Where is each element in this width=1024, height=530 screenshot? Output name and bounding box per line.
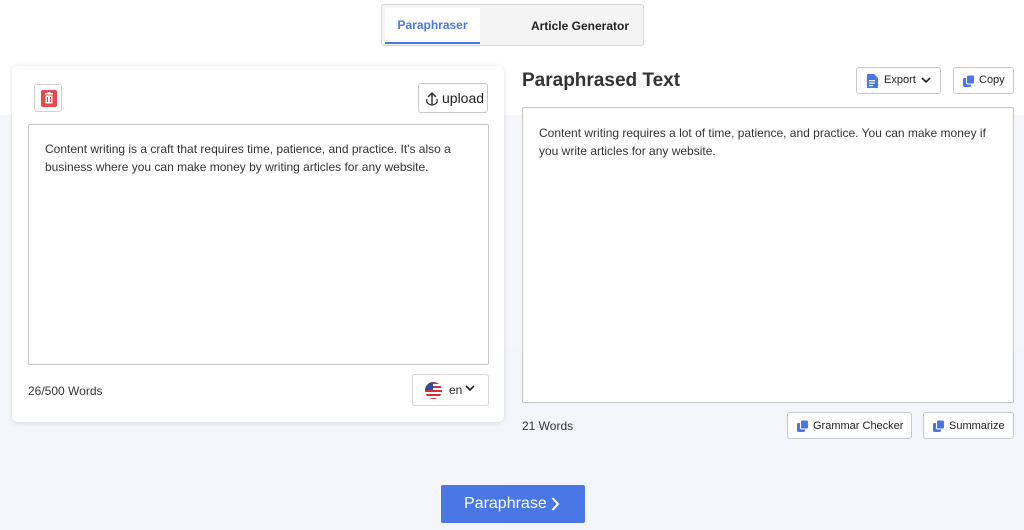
export-label: Export [884, 74, 916, 86]
language-select[interactable]: en [412, 374, 489, 406]
grammar-checker-button[interactable]: Grammar Checker [787, 412, 912, 439]
tab-article-generator[interactable]: Article Generator [522, 8, 638, 44]
copy-icon [963, 75, 975, 87]
input-textarea[interactable]: Content writing is a craft that requires… [28, 124, 489, 365]
document-icon [867, 74, 878, 88]
output-title: Paraphrased Text [522, 70, 681, 91]
clear-button[interactable] [34, 84, 62, 112]
summarize-label: Summarize [949, 420, 1005, 432]
paraphrase-button[interactable]: Paraphrase [441, 485, 585, 523]
upload-label: upload [442, 90, 485, 106]
input-text: Content writing is a craft that requires… [45, 142, 451, 174]
copy-label: Copy [979, 74, 1005, 86]
copy-icon [933, 420, 945, 432]
us-flag-icon [425, 382, 442, 399]
input-card: upload Content writing is a craft that r… [12, 66, 504, 422]
summarize-button[interactable]: Summarize [923, 412, 1014, 439]
chevron-down-icon [921, 77, 931, 84]
output-text: Content writing requires a lot of time, … [539, 126, 986, 158]
grammar-checker-label: Grammar Checker [813, 420, 904, 432]
output-textarea[interactable]: Content writing requires a lot of time, … [522, 107, 1014, 403]
output-word-count: 21 Words [522, 419, 574, 433]
export-button[interactable]: Export [856, 67, 941, 94]
tab-paraphraser[interactable]: Paraphraser [385, 8, 480, 44]
mode-tabs: Paraphraser Article Generator [381, 4, 644, 46]
upload-button[interactable]: upload [418, 83, 488, 113]
input-word-count: 26/500 Words [28, 384, 103, 398]
paraphrase-label: Paraphrase [464, 495, 547, 512]
chevron-right-icon [551, 497, 560, 511]
trash-icon [41, 90, 57, 107]
copy-button[interactable]: Copy [953, 67, 1014, 94]
copy-icon [797, 420, 809, 432]
language-label: en [449, 383, 463, 397]
upload-icon [426, 91, 438, 106]
chevron-down-icon [465, 385, 475, 392]
